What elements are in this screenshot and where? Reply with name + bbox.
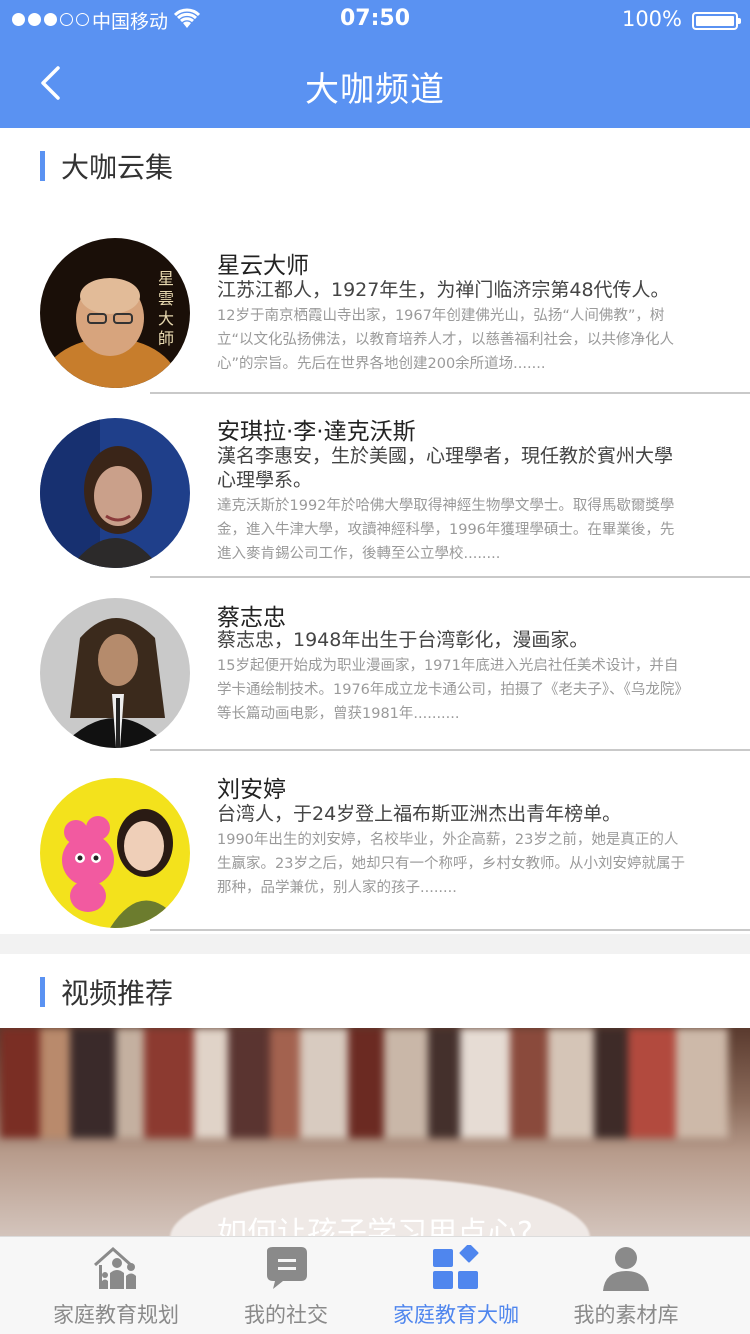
svg-text:星: 星 (158, 269, 174, 288)
bottom-tab-bar: 家庭教育规划 我的社交 家庭教育大咖 我的素材库 (0, 1236, 750, 1334)
svg-text:師: 師 (158, 329, 174, 348)
person-summary: 台湾人，于24岁登上福布斯亚洲杰出青年榜单。 (217, 803, 622, 825)
person-summary: 江苏江都人，1927年生，为禅门临济宗第48代传人。 (217, 279, 670, 301)
top-bar: 中国移动 07:50 100% 大咖频道 (0, 0, 750, 128)
tab-my-social[interactable]: 我的社交 (201, 1237, 371, 1334)
tab-label: 我的素材库 (573, 1303, 679, 1327)
list-item[interactable]: 刘安婷 台湾人，于24岁登上福布斯亚洲杰出青年榜单。 1990年出生的刘安婷，名… (0, 777, 750, 934)
person-icon (603, 1247, 649, 1291)
battery-icon (692, 12, 741, 30)
divider (150, 576, 750, 578)
svg-text:大: 大 (158, 309, 174, 328)
chat-bubble-icon (267, 1247, 307, 1289)
person-description: 15岁起便开始成为职业漫画家，1971年底进入光启社任美术设计，并自学卡通绘制技… (217, 658, 682, 722)
divider (150, 929, 750, 931)
person-name: 刘安婷 (217, 777, 286, 803)
bookshelf-image (0, 1028, 750, 1138)
house-family-icon (94, 1246, 136, 1289)
tab-label: 家庭教育大咖 (393, 1303, 519, 1327)
section-title: 大咖云集 (61, 151, 174, 184)
list-item[interactable]: 安琪拉·李·達克沃斯 漢名李惠安，生於美國，心理學者，現任教於賓州大學心理學系。… (0, 418, 750, 580)
section-accent-bar (40, 977, 45, 1007)
person-name: 蔡志忠 (217, 605, 286, 631)
divider (150, 392, 750, 394)
tab-family-education-experts[interactable]: 家庭教育大咖 (371, 1237, 541, 1334)
section-accent-bar (40, 151, 45, 181)
person-name: 安琪拉·李·達克沃斯 (217, 419, 416, 445)
page-title: 大咖频道 (305, 70, 445, 110)
avatar: 星 雲 大 師 (40, 238, 190, 388)
tab-family-education-planning[interactable]: 家庭教育规划 (31, 1237, 201, 1334)
avatar (40, 418, 190, 568)
grid-icon (433, 1245, 479, 1289)
video-banner[interactable]: 如何让孩子学习用点心? (0, 1028, 750, 1238)
svg-text:雲: 雲 (158, 289, 174, 308)
person-description: 1990年出生的刘安婷，名校毕业，外企高薪，23岁之前，她是真正的人生赢家。23… (217, 832, 685, 896)
list-item[interactable]: 蔡志忠 蔡志忠，1948年出生于台湾彰化，漫画家。 15岁起便开始成为职业漫画家… (0, 598, 750, 752)
section-header-experts: 大咖云集 (40, 146, 173, 186)
section-separator (0, 934, 750, 954)
person-summary: 漢名李惠安，生於美國，心理學者，現任教於賓州大學心理學系。 (217, 445, 674, 491)
divider (150, 749, 750, 751)
tab-label: 家庭教育规划 (53, 1303, 179, 1327)
tab-my-materials[interactable]: 我的素材库 (541, 1237, 711, 1334)
person-summary: 蔡志忠，1948年出生于台湾彰化，漫画家。 (217, 629, 589, 651)
person-name: 星云大师 (217, 253, 309, 279)
tab-label: 我的社交 (244, 1303, 328, 1327)
battery-percentage: 100% (621, 7, 682, 31)
status-bar: 中国移动 07:50 100% (0, 0, 750, 40)
avatar (40, 598, 190, 748)
section-title: 视频推荐 (61, 977, 174, 1010)
avatar (40, 778, 190, 928)
section-header-videos: 视频推荐 (40, 972, 173, 1012)
list-item[interactable]: 星 雲 大 師 星云大师 江苏江都人，1927年生，为禅门临济宗第48代传人。 … (0, 238, 750, 396)
video-caption: 如何让孩子学习用点心? (217, 1216, 533, 1238)
person-description: 12岁于南京栖霞山寺出家，1967年创建佛光山，弘扬“人间佛教”，树立“以文化弘… (217, 308, 675, 372)
person-description: 達克沃斯於1992年於哈佛大學取得神經生物學文學士。取得馬歇爾獎學金，進入牛津大… (217, 498, 675, 562)
